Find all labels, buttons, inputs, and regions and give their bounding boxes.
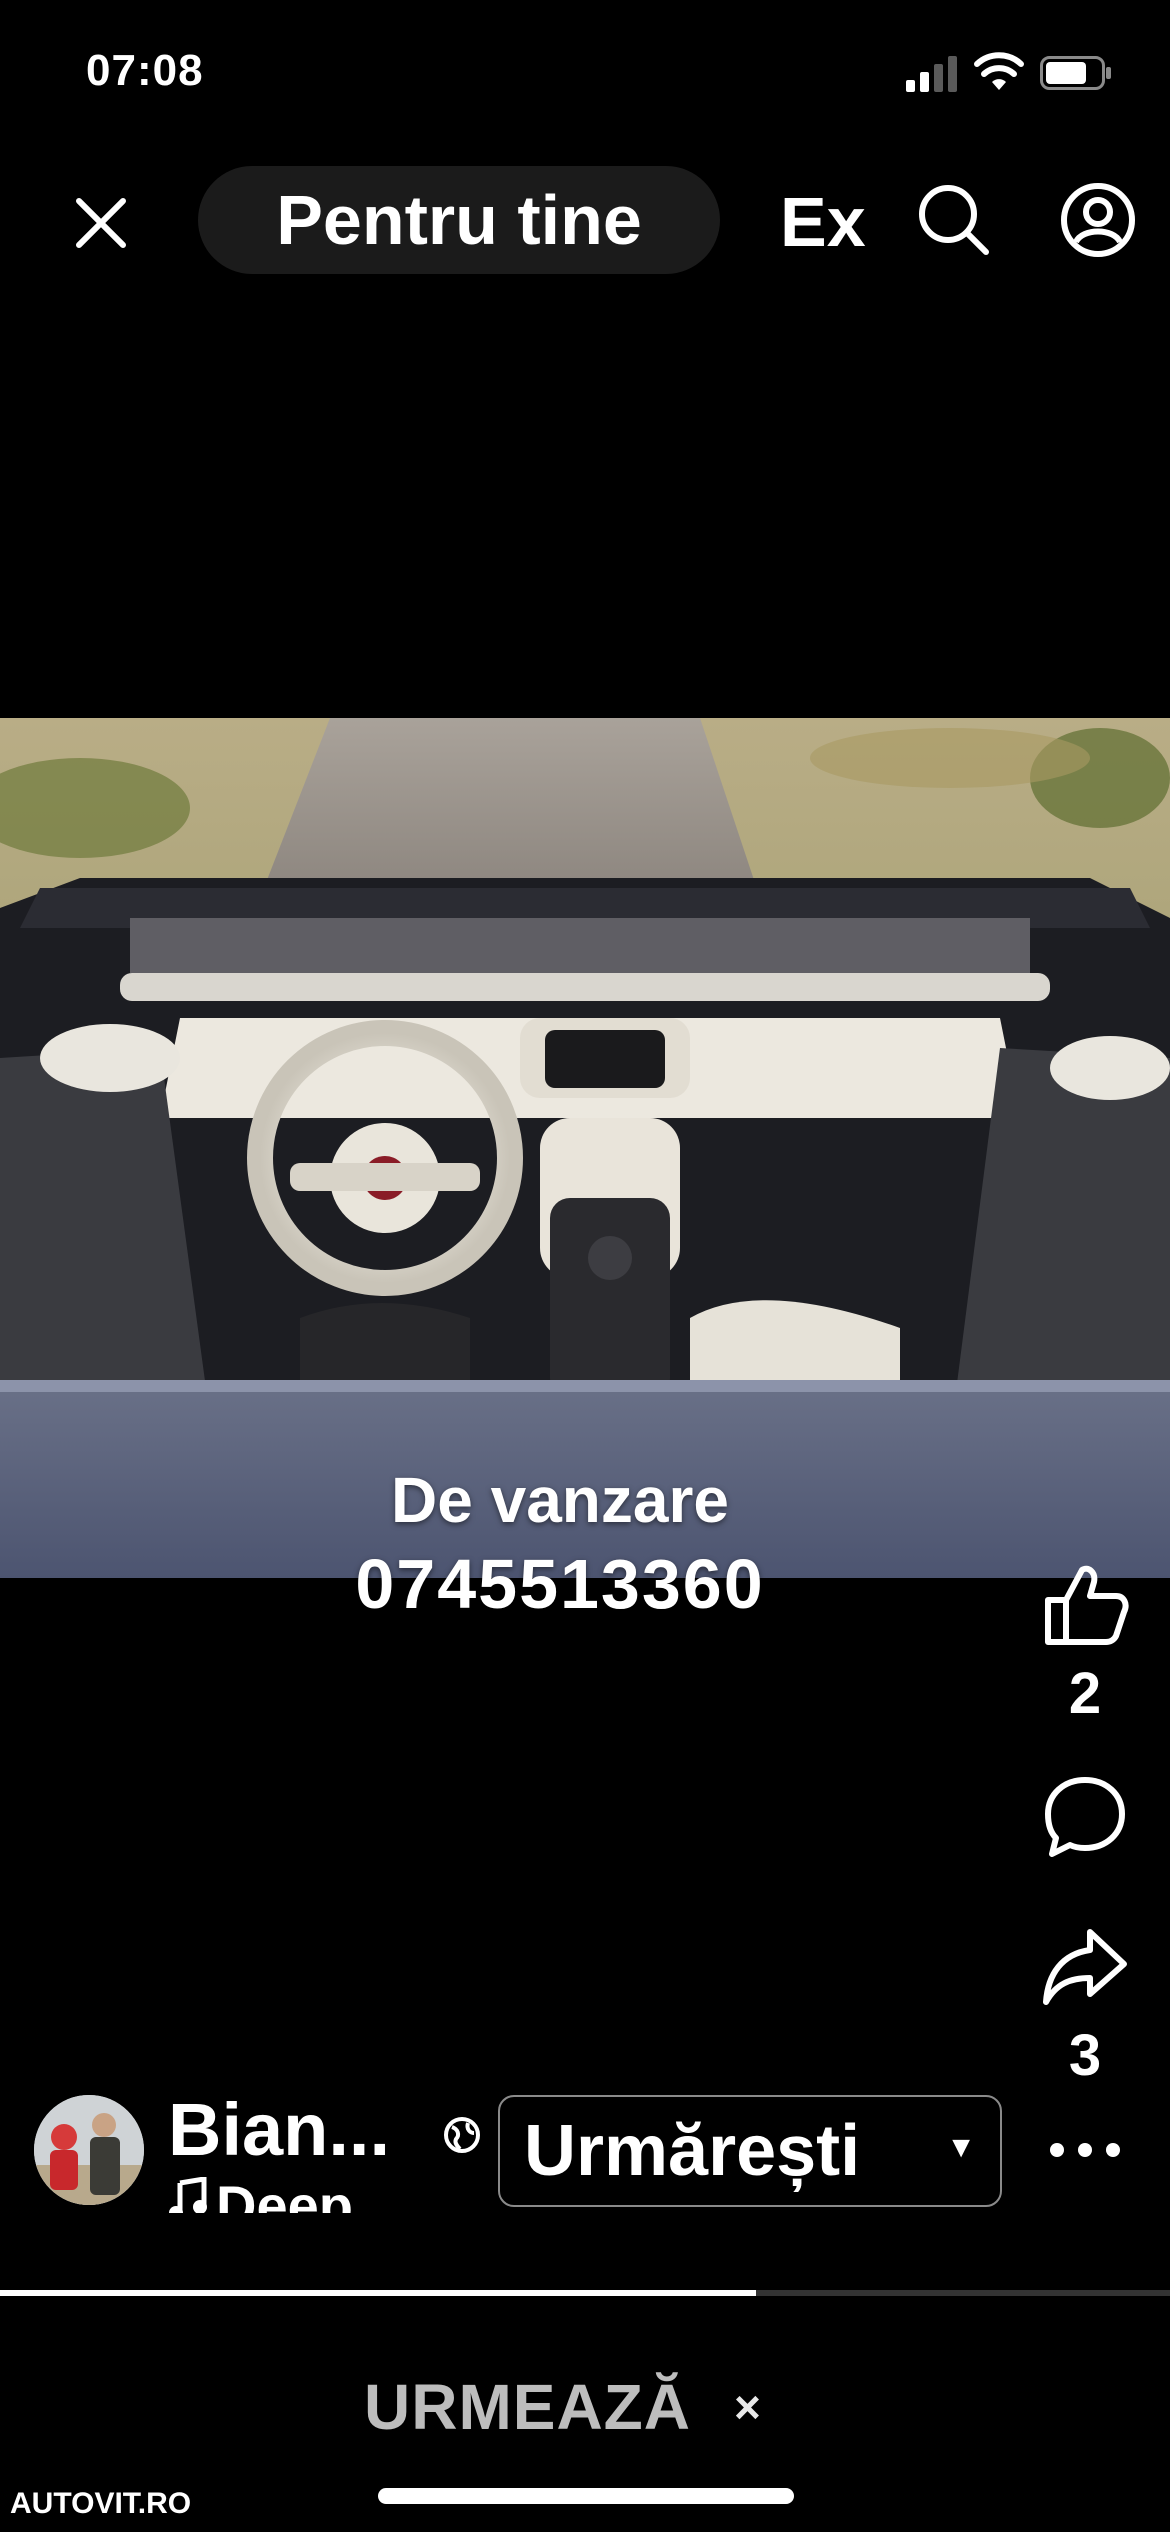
globe-icon <box>444 2117 480 2153</box>
video-caption: De vanzare 0745513360 <box>0 1460 1120 1628</box>
up-next-label[interactable]: URMEAZĂ <box>364 2370 691 2444</box>
battery-icon <box>1040 56 1111 90</box>
share-button[interactable]: 3 <box>1030 1922 1140 2089</box>
caption-line-1: De vanzare <box>391 1464 729 1536</box>
following-label: Urmărești <box>524 2111 861 2191</box>
close-icon <box>76 198 126 248</box>
avatar-image <box>34 2095 144 2205</box>
profile-icon[interactable] <box>1058 180 1138 260</box>
cellular-signal-icon <box>906 56 957 92</box>
search-icon[interactable] <box>914 180 994 260</box>
up-next-close-button[interactable]: × <box>734 2380 774 2440</box>
thumbs-up-icon <box>1045 1565 1129 1645</box>
chevron-down-icon: ▼ <box>946 2131 976 2164</box>
share-count: 3 <box>1068 2023 1102 2088</box>
comment-button[interactable] <box>1030 1772 1140 1862</box>
tab-explore[interactable]: Ex <box>780 182 880 262</box>
car-interior-image <box>0 718 1170 1578</box>
status-time: 07:08 <box>86 46 204 95</box>
sound-title: Deep... <box>216 2174 400 2213</box>
like-button[interactable]: 2 <box>1030 1560 1140 1727</box>
video-frame[interactable] <box>0 718 1170 1578</box>
music-note-icon <box>169 2177 207 2213</box>
home-indicator[interactable] <box>378 2488 794 2504</box>
top-nav: Pentru tine Ex <box>0 160 1170 280</box>
more-dots-icon[interactable] <box>1050 2125 1120 2175</box>
like-count: 2 <box>1068 1661 1102 1726</box>
avatar[interactable] <box>34 2095 144 2205</box>
up-next-bar: URMEAZĂ × <box>0 2370 1170 2450</box>
caption-phone-number: 0745513360 <box>355 1545 765 1623</box>
wifi-icon <box>974 52 1024 90</box>
playback-progress-bar[interactable] <box>0 2290 1170 2296</box>
tab-pentru-tine[interactable]: Pentru tine <box>198 166 720 274</box>
author-row: Bian... Deep... Urmărești ▼ <box>0 2085 1170 2215</box>
playback-progress-fill <box>0 2290 756 2296</box>
share-arrow-icon <box>1043 1929 1127 2005</box>
sound-line[interactable]: Deep... <box>168 2173 400 2213</box>
author-name[interactable]: Bian... <box>168 2087 390 2172</box>
status-bar: 07:08 <box>0 0 1170 150</box>
watermark: AUTOVIT.RO <box>10 2487 192 2520</box>
following-button[interactable]: Urmărești ▼ <box>498 2095 1002 2207</box>
comment-icon <box>1045 1777 1125 1857</box>
close-button[interactable] <box>66 188 136 258</box>
